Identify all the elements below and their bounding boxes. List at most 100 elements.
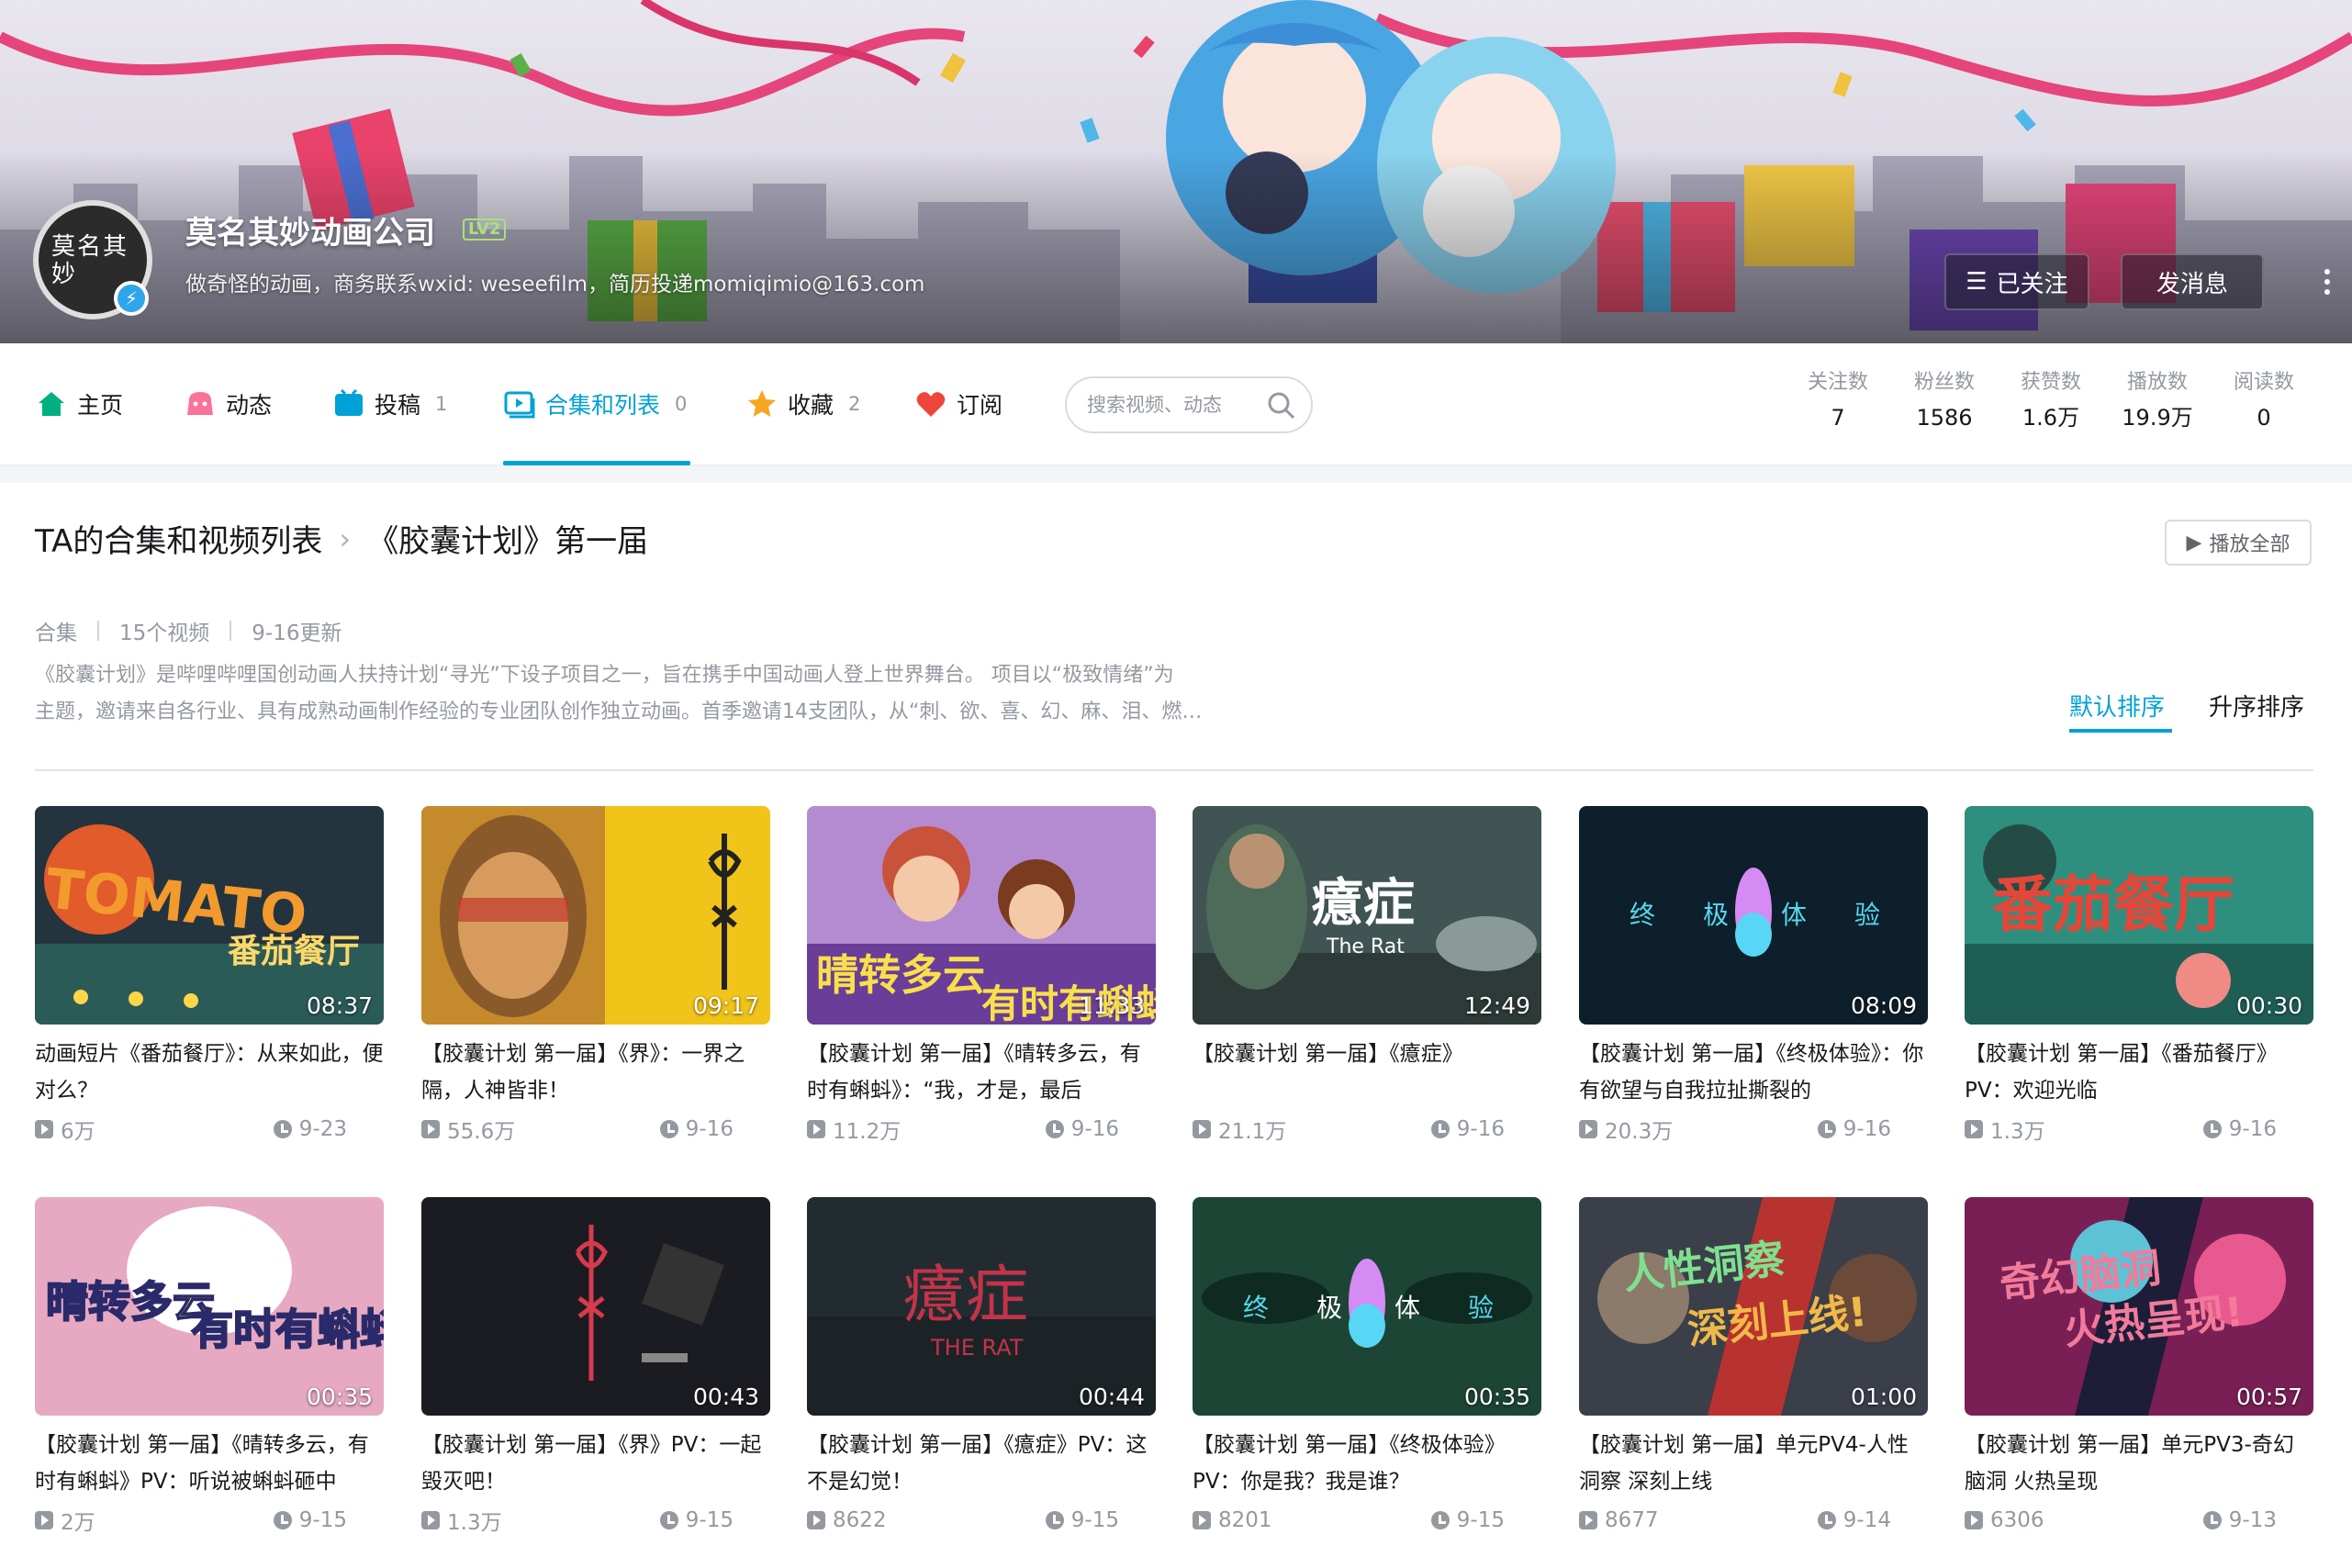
video-thumbnail[interactable]: 00:43 [421, 1197, 770, 1416]
video-info: 6万 9-23 [35, 1111, 384, 1148]
video-date: 9-16 [1045, 1117, 1119, 1141]
video-title[interactable]: 【胶囊计划 第一届】《晴转多云，有时有蝌蚪》PV：听说被蝌蚪砸中 [35, 1427, 384, 1500]
breadcrumb: TA的合集和视频列表 › 《胶囊计划》第一届 [35, 516, 648, 561]
tab-collections[interactable]: 合集和列表 0 [503, 384, 687, 424]
video-duration: 00:44 [1078, 1383, 1145, 1410]
followed-label: 已关注 [1996, 270, 2068, 298]
play-count-icon [1579, 1511, 1597, 1529]
collection-description: 《胶囊计划》是哔哩哔哩国创动画人扶持计划“寻光”下设子项目之一，旨在携手中国动画… [35, 657, 1338, 731]
video-card[interactable]: 番茄餐厅 00:30 【胶囊计划 第一届】《番茄餐厅》PV：欢迎光临 1.3万 … [1965, 806, 2313, 1148]
video-card[interactable]: 终 极 体 验 08:09 【胶囊计划 第一届】《终极体验》：你有欲望与自我拉扯… [1579, 806, 1928, 1148]
video-title[interactable]: 【胶囊计划 第一届】《界》PV：一起毁灭吧！ [421, 1427, 770, 1500]
video-thumbnail[interactable]: 奇幻脑洞 火热呈现! 00:57 [1965, 1197, 2313, 1416]
video-views-value: 21.1万 [1218, 1120, 1287, 1144]
video-duration: 08:37 [306, 992, 373, 1019]
video-card[interactable]: 癔症 THE RAT 00:44 【胶囊计划 第一届】《癔症》PV：这不是幻觉！… [807, 1197, 1156, 1539]
video-views-value: 1.3万 [1990, 1120, 2045, 1144]
video-card[interactable]: 晴转多云 有时有蝌蚪 11:33 【胶囊计划 第一届】《晴转多云，有时有蝌蚪》：… [807, 806, 1156, 1148]
svg-text:番茄餐厅: 番茄餐厅 [228, 933, 360, 970]
username[interactable]: 莫名其妙动画公司 [185, 207, 435, 252]
video-views: 20.3万 [1579, 1114, 1673, 1145]
breadcrumb-root[interactable]: TA的合集和视频列表 [35, 516, 322, 561]
play-count-icon [1965, 1511, 1983, 1529]
home-icon [39, 392, 64, 416]
video-thumbnail[interactable]: 晴转多云 有时有蝌蚪 00:35 [35, 1197, 384, 1416]
stat-fans[interactable]: 粉丝数 1586 [1891, 367, 1998, 437]
video-title[interactable]: 【胶囊计划 第一届】《晴转多云，有时有蝌蚪》：“我，才是，最后 [807, 1036, 1156, 1109]
stat-following[interactable]: 关注数 7 [1785, 367, 1891, 437]
collection-icon [504, 391, 535, 419]
video-title[interactable]: 【胶囊计划 第一届】《终极体验》：你有欲望与自我拉扯撕裂的 [1579, 1036, 1928, 1109]
video-thumbnail[interactable]: 晴转多云 有时有蝌蚪 11:33 [807, 806, 1156, 1025]
video-card[interactable]: 09:17 【胶囊计划 第一届】《界》：一界之隔，人神皆非！ 55.6万 9-1… [421, 806, 770, 1148]
play-icon: ▶ [2186, 531, 2202, 554]
video-thumbnail[interactable]: 癔症 THE RAT 00:44 [807, 1197, 1156, 1416]
video-date-value: 9-16 [2228, 1117, 2277, 1141]
clock-icon [1045, 1120, 1064, 1138]
video-thumbnail[interactable]: TOMATO 番茄餐厅 08:37 [35, 806, 384, 1025]
video-info: 2万 9-15 [35, 1502, 384, 1539]
video-card[interactable]: 晴转多云 有时有蝌蚪 00:35 【胶囊计划 第一届】《晴转多云，有时有蝌蚪》P… [35, 1197, 384, 1539]
video-thumbnail[interactable]: 09:17 [421, 806, 770, 1025]
video-views: 1.3万 [1965, 1114, 2045, 1145]
play-count-icon [35, 1120, 53, 1138]
video-duration: 11:33 [1078, 992, 1145, 1019]
sort-default-button[interactable]: 默认排序 [2069, 689, 2165, 722]
video-card[interactable]: 00:43 【胶囊计划 第一届】《界》PV：一起毁灭吧！ 1.3万 9-15 [421, 1197, 770, 1539]
video-title[interactable]: 【胶囊计划 第一届】《癔症》PV：这不是幻觉！ [807, 1427, 1156, 1500]
svg-text:终: 终 [1630, 900, 1655, 930]
svg-text:极: 极 [1316, 1293, 1342, 1323]
sort-ascending-button[interactable]: 升序排序 [2209, 689, 2304, 722]
video-title[interactable]: 动画短片《番茄餐厅》：从来如此，便对么？ [35, 1036, 384, 1109]
search-input[interactable] [1087, 394, 1261, 416]
video-card[interactable]: 癔症 The Rat 12:49 【胶囊计划 第一届】《癔症》 21.1万 9-… [1193, 806, 1541, 1148]
video-info: 20.3万 9-16 [1579, 1111, 1928, 1148]
video-title[interactable]: 【胶囊计划 第一届】《番茄餐厅》PV：欢迎光临 [1965, 1036, 2313, 1109]
video-card[interactable]: 奇幻脑洞 火热呈现! 00:57 【胶囊计划 第一届】单元PV3-奇幻脑洞 火热… [1965, 1197, 2313, 1539]
tab-uploads[interactable]: 投稿 1 [332, 384, 447, 424]
video-date-value: 9-13 [2228, 1508, 2277, 1532]
video-card[interactable]: TOMATO 番茄餐厅 08:37 动画短片《番茄餐厅》：从来如此，便对么？ 6… [35, 806, 384, 1148]
video-views: 6306 [1965, 1508, 2044, 1532]
video-thumbnail[interactable]: 终 极 体 验 08:09 [1579, 806, 1928, 1025]
tab-dynamic[interactable]: 动态 [184, 384, 272, 424]
video-views-value: 8622 [833, 1508, 887, 1532]
tab-favorites-label: 收藏 [788, 392, 834, 419]
search-box [1065, 376, 1313, 433]
collection-type: 合集 [35, 622, 77, 645]
tab-home-label: 主页 [77, 392, 124, 419]
video-title[interactable]: 【胶囊计划 第一届】《癔症》 [1193, 1036, 1541, 1109]
video-thumbnail[interactable]: 终 极 体 验 00:35 [1193, 1197, 1541, 1416]
followed-button[interactable]: ☰ 已关注 [1944, 253, 2089, 310]
search-icon[interactable] [1265, 389, 1298, 422]
video-title[interactable]: 【胶囊计划 第一届】单元PV4-人性洞察 深刻上线 [1579, 1427, 1928, 1500]
stat-likes-value: 1.6万 [2022, 405, 2080, 431]
video-title[interactable]: 【胶囊计划 第一届】单元PV3-奇幻脑洞 火热呈现 [1965, 1427, 2313, 1500]
stat-reads-value: 0 [2257, 405, 2271, 431]
video-card[interactable]: 人性洞察 深刻上线! 01:00 【胶囊计划 第一届】单元PV4-人性洞察 深刻… [1579, 1197, 1928, 1539]
video-thumbnail[interactable]: 番茄餐厅 00:30 [1965, 806, 2313, 1025]
tab-subscriptions[interactable]: 订阅 [914, 384, 1002, 424]
video-thumbnail[interactable]: 人性洞察 深刻上线! 01:00 [1579, 1197, 1928, 1416]
more-options-icon[interactable] [2313, 261, 2341, 303]
tab-favorites[interactable]: 收藏 2 [745, 384, 860, 424]
send-message-button[interactable]: 发消息 [2121, 253, 2264, 310]
clock-icon [1430, 1511, 1450, 1529]
video-views: 8677 [1579, 1508, 1659, 1532]
clock-icon [659, 1511, 678, 1529]
video-date-value: 9-16 [1456, 1117, 1505, 1141]
video-views-value: 8201 [1218, 1508, 1272, 1532]
svg-text:晴转多云: 晴转多云 [46, 1277, 215, 1327]
play-all-button[interactable]: ▶ 播放全部 [2165, 520, 2312, 566]
stat-plays-value: 19.9万 [2122, 405, 2193, 431]
video-thumbnail[interactable]: 癔症 The Rat 12:49 [1193, 806, 1541, 1025]
video-title[interactable]: 【胶囊计划 第一届】《终极体验》PV：你是我？我是谁？ [1193, 1427, 1541, 1500]
clock-icon [273, 1511, 292, 1529]
svg-text:有时有蝌蚪: 有时有蝌蚪 [191, 1305, 384, 1354]
video-card[interactable]: 终 极 体 验 00:35 【胶囊计划 第一届】《终极体验》PV：你是我？我是谁… [1193, 1197, 1541, 1539]
svg-text:体: 体 [1781, 900, 1807, 930]
video-title[interactable]: 【胶囊计划 第一届】《界》：一界之隔，人神皆非！ [421, 1036, 770, 1109]
tab-home[interactable]: 主页 [35, 384, 123, 424]
video-duration: 12:49 [1463, 992, 1530, 1019]
video-date: 9-16 [1430, 1117, 1505, 1141]
